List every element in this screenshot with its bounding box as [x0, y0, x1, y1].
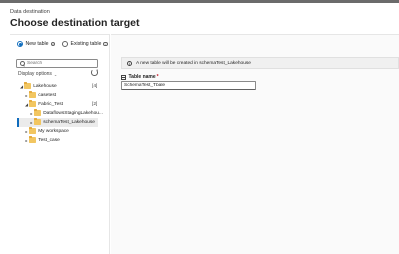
- tree-item-dataflows-staging[interactable]: ▸ DataflowsStagingLakehou...: [29, 109, 103, 117]
- new-table-radio[interactable]: [17, 41, 23, 47]
- tree-item-schematest-lakehouse[interactable]: ▸ schemaTest_Lakehouse: [29, 118, 95, 126]
- item-count: [2]: [92, 101, 98, 107]
- tree-item-casetest[interactable]: ▸ casetest: [24, 91, 56, 99]
- table-name-label-text: Table name: [128, 74, 156, 80]
- tree-item-label: casetest: [38, 92, 57, 98]
- folder-icon: [24, 82, 31, 89]
- tree-item-lakehouse[interactable]: ◢ Lakehouse: [19, 82, 57, 90]
- info-message-bar: i A new table will be created in schemaT…: [121, 57, 399, 69]
- info-message-text: A new table will be created in schemaTes…: [136, 60, 251, 66]
- chevron-down-icon: ⌄: [53, 71, 58, 77]
- tree-item-label: Lakehouse: [33, 83, 57, 89]
- search-input[interactable]: [27, 61, 97, 66]
- display-options-button[interactable]: Display options ⌄: [18, 71, 57, 77]
- existing-table-radio[interactable]: [62, 41, 68, 47]
- display-options-label: Display options: [18, 71, 52, 77]
- table-name-label: Table name *: [121, 74, 159, 80]
- dialog-subtitle: Data destination: [10, 9, 50, 15]
- info-icon: i: [50, 41, 56, 47]
- table-icon: [121, 74, 126, 80]
- table-name-input[interactable]: [121, 81, 256, 90]
- tree-item-test-case[interactable]: ▸ Test_case: [24, 136, 60, 144]
- folder-icon: [29, 100, 36, 107]
- top-bar: [0, 0, 399, 3]
- folder-icon: [34, 109, 41, 116]
- info-icon: i: [127, 60, 132, 66]
- required-marker: *: [156, 74, 159, 80]
- search-box[interactable]: [16, 59, 98, 68]
- selected-row-indicator: [17, 118, 19, 127]
- new-table-label: New table: [25, 41, 49, 47]
- refresh-icon[interactable]: [91, 69, 98, 76]
- existing-table-option[interactable]: Existing table i: [62, 41, 108, 47]
- existing-table-label: Existing table: [70, 41, 102, 47]
- folder-icon: [29, 136, 36, 143]
- tree-item-label: Test_case: [38, 137, 60, 143]
- tree-item-label: schemaTest_Lakehouse: [43, 119, 95, 125]
- tree-item-label: My workspace: [38, 128, 69, 134]
- tree-item-label: Fabric_Test: [38, 101, 63, 107]
- folder-icon: [34, 118, 41, 125]
- tree-item-my-workspace[interactable]: ▸ My workspace: [24, 127, 69, 135]
- new-table-option[interactable]: New table i: [17, 41, 56, 47]
- tree-item-fabric-test[interactable]: ◢ Fabric_Test: [24, 100, 63, 108]
- tree-item-label: DataflowsStagingLakehou...: [43, 110, 103, 116]
- folder-icon: [29, 127, 36, 134]
- search-icon: [19, 61, 24, 66]
- dialog-title: Choose destination target: [10, 17, 140, 29]
- item-count: [4]: [92, 83, 98, 89]
- info-icon: i: [103, 41, 108, 47]
- folder-icon: [29, 91, 36, 98]
